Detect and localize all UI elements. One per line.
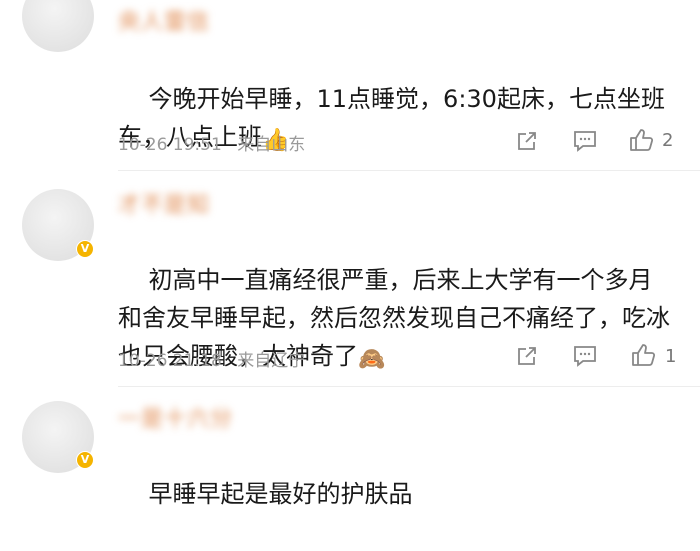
comment-username[interactable]: 央人雷信 xyxy=(118,4,210,36)
repost-icon[interactable] xyxy=(514,128,540,154)
comment-meta: 10-26 19:51 来自山东 xyxy=(118,130,315,155)
comment-username[interactable]: 一是十六分 xyxy=(118,401,233,433)
comment-username[interactable]: 才不是知 xyxy=(118,187,210,219)
verified-badge-icon: V xyxy=(76,240,94,258)
avatar[interactable] xyxy=(22,0,94,52)
comment-item: V 一是十六分 早睡早起是最好的护肤品 xyxy=(0,387,700,508)
comment-date: 10-26 21:18 xyxy=(118,351,222,371)
comment-location: 来自辽宁 xyxy=(237,351,306,371)
comment-item: V 才不是知 初高中一直痛经很严重，后来上大学有一个多月和舍友早睡早起，然后忽然… xyxy=(0,171,700,386)
comment-item: 央人雷信 今晚开始早睡，11点睡觉，6:30起床，七点坐班车，八点上班👍 10-… xyxy=(0,0,700,170)
see-no-evil-monkey-emoji-icon: 🙈 xyxy=(358,347,386,372)
comment-text: 早睡早起是最好的护肤品 xyxy=(118,437,670,551)
comment-icon[interactable] xyxy=(572,128,598,154)
repost-icon[interactable] xyxy=(514,343,540,369)
comment-text-content: 早睡早起是最好的护肤品 xyxy=(148,480,413,508)
comment-location: 来自山东 xyxy=(237,135,306,155)
thumbs-up-icon[interactable] xyxy=(630,342,656,368)
comment-date: 10-26 19:51 xyxy=(118,135,222,155)
like-count: 1 xyxy=(665,346,677,367)
verified-badge-icon: V xyxy=(76,451,94,469)
comment-meta: 10-26 21:18 来自辽宁 xyxy=(118,346,315,371)
like-count: 2 xyxy=(662,130,674,151)
thumbs-up-icon[interactable] xyxy=(628,127,654,153)
comment-icon[interactable] xyxy=(572,343,598,369)
